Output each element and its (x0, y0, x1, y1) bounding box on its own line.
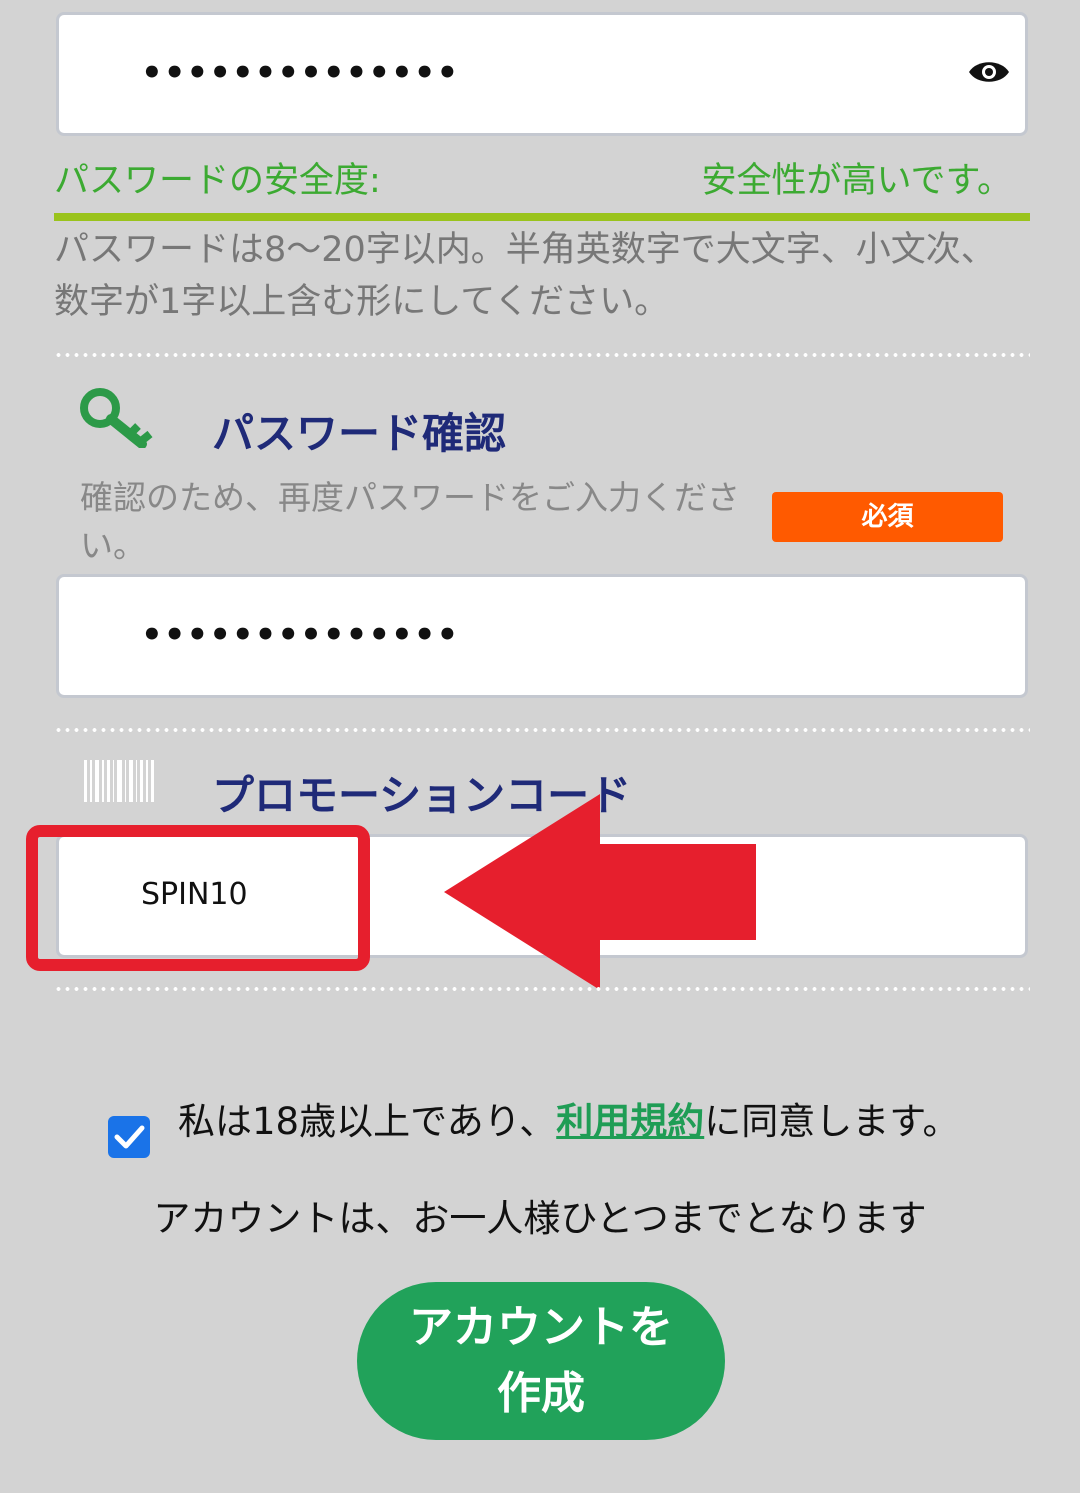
password-hint: パスワードは8～20字以内。半角英数字で大文字、小文次、数字が1字以上含む形にし… (54, 230, 996, 322)
consent-text: 私は18歳以上であり、利用規約に同意します。 (178, 1094, 960, 1150)
confirm-password-value: •••••••••••••• (141, 615, 460, 655)
consent-text-after: に同意します。 (704, 1100, 960, 1143)
consent-text-before: 私は18歳以上であり、 (178, 1100, 557, 1143)
confirm-password-input[interactable]: •••••••••••••• (56, 574, 1028, 698)
eye-icon[interactable] (967, 57, 1011, 87)
password-strength: パスワードの安全度: 安全性が高いです。 (54, 152, 1030, 202)
divider (54, 728, 1030, 732)
divider (54, 987, 1030, 991)
create-button-label-line1: アカウントを (409, 1302, 673, 1353)
highlight-box (26, 825, 370, 971)
password-value: •••••••••••••• (141, 53, 460, 93)
confirm-password-description: 確認のため、再度パスワードをご入力ください。 (80, 478, 740, 565)
key-icon (80, 388, 153, 448)
terms-link[interactable]: 利用規約 (556, 1100, 704, 1143)
required-badge: 必須 (772, 492, 1003, 542)
strength-bar (54, 213, 1030, 221)
account-limit-note: アカウントは、お一人様ひとつまでとなります (153, 1197, 927, 1240)
create-account-button[interactable]: アカウントを 作成 (357, 1282, 725, 1440)
divider (54, 353, 1030, 357)
barcode-icon (84, 760, 155, 802)
consent-checkbox[interactable] (108, 1116, 150, 1158)
checkmark-icon (114, 1125, 145, 1149)
create-button-label-line2: 作成 (497, 1368, 585, 1419)
confirm-password-title: パスワード確認 (212, 409, 507, 458)
age-terms-consent: 私は18歳以上であり、利用規約に同意します。 (108, 1094, 1008, 1164)
password-input[interactable]: •••••••••••••• (56, 12, 1028, 136)
arrow-icon (444, 794, 756, 990)
strength-value: 安全性が高いです。 (701, 161, 1012, 201)
strength-label: パスワードの安全度: (54, 161, 381, 201)
